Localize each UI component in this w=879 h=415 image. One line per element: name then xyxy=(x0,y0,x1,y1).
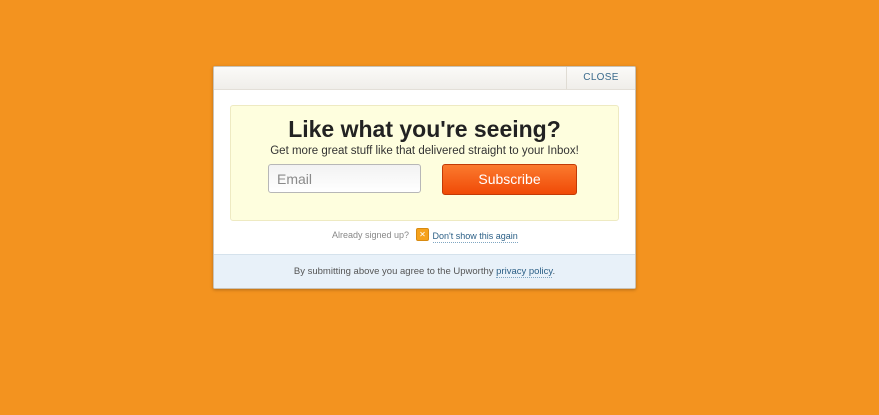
page-background: CLOSE Like what you're seeing? Get more … xyxy=(0,0,879,415)
subscribe-button[interactable]: Subscribe xyxy=(442,164,577,195)
signup-modal: CLOSE Like what you're seeing? Get more … xyxy=(213,66,636,289)
signup-promo-box: Like what you're seeing? Get more great … xyxy=(230,105,619,221)
already-signed-up-label: Already signed up? xyxy=(332,230,410,240)
privacy-policy-link[interactable]: privacy policy xyxy=(496,266,553,278)
modal-footer: By submitting above you agree to the Upw… xyxy=(214,254,635,288)
dont-show-again-label: Don't show this again xyxy=(432,231,518,243)
email-field[interactable] xyxy=(268,164,421,193)
footer-text: By submitting above you agree to the Upw… xyxy=(293,266,497,277)
already-signed-up-row: Already signed up? ✕ Don't show this aga… xyxy=(214,228,635,244)
promo-subline: Get more great stuff like that delivered… xyxy=(270,145,579,157)
close-button[interactable]: CLOSE xyxy=(566,67,635,89)
modal-header: CLOSE xyxy=(214,67,635,90)
footer-suffix: . xyxy=(552,266,556,277)
promo-headline: Like what you're seeing? xyxy=(288,116,561,142)
close-x-icon: ✕ xyxy=(416,228,429,241)
dont-show-again-link[interactable]: ✕ Don't show this again xyxy=(416,228,518,244)
